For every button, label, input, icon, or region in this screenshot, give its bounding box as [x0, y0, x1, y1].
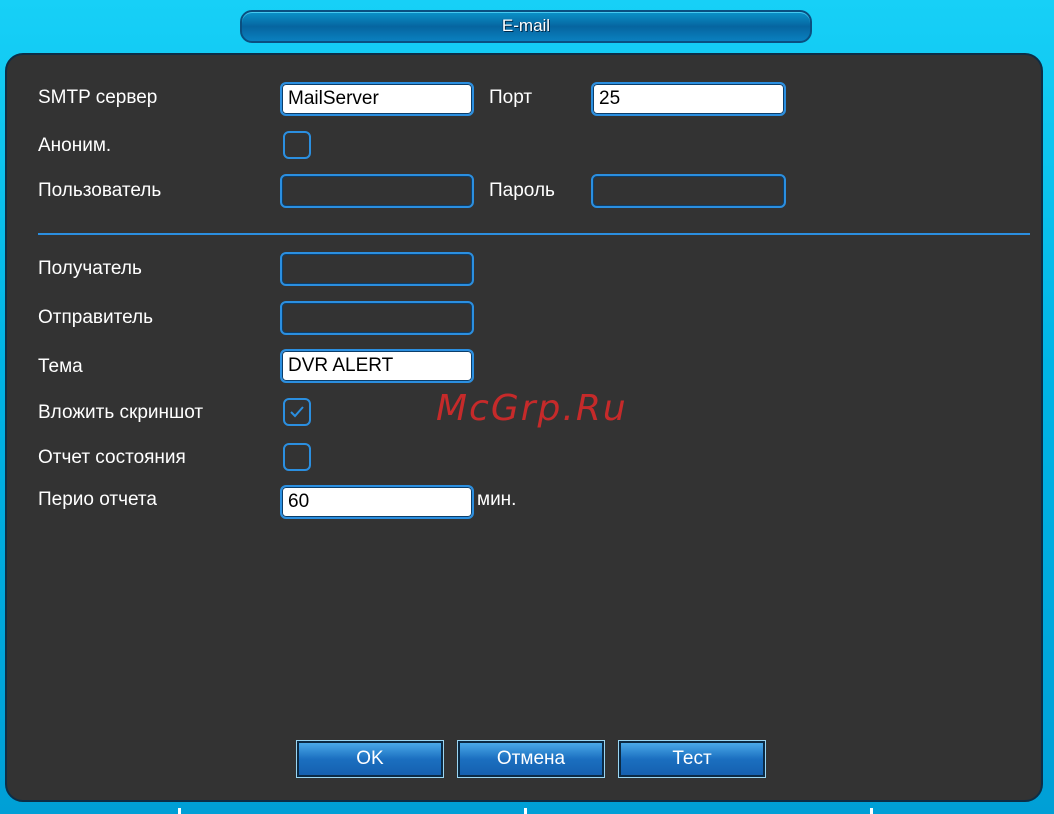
smtp-server-label: SMTP сервер [38, 87, 158, 108]
anonymous-label: Аноним. [38, 135, 112, 156]
checkmark-icon [290, 406, 304, 418]
anonymous-checkbox[interactable] [283, 131, 311, 159]
password-input[interactable] [591, 174, 786, 208]
port-label: Порт [489, 87, 533, 108]
title-bar: E-mail [240, 10, 812, 43]
subject-input[interactable]: DVR ALERT [280, 349, 474, 383]
attach-screenshot-checkbox[interactable] [283, 398, 311, 426]
cancel-button[interactable]: Отмена [457, 740, 605, 778]
test-button[interactable]: Тест [618, 740, 766, 778]
window-title: E-mail [501, 16, 551, 35]
ok-button[interactable]: OK [296, 740, 444, 778]
section-divider [38, 233, 1030, 235]
recipient-input[interactable] [280, 252, 474, 286]
sender-input[interactable] [280, 301, 474, 335]
username-label: Пользователь [38, 180, 162, 201]
recipient-label: Получатель [38, 258, 142, 279]
status-report-label: Отчет состояния [38, 447, 186, 468]
status-report-checkbox[interactable] [283, 443, 311, 471]
frame-tick [524, 808, 527, 814]
report-period-label: Перио отчета [38, 489, 157, 510]
report-period-input[interactable]: 60 [280, 485, 474, 519]
subject-label: Тема [38, 356, 83, 377]
username-input[interactable] [280, 174, 474, 208]
password-label: Пароль [489, 180, 555, 201]
frame-tick [870, 808, 873, 814]
sender-label: Отправитель [38, 307, 154, 328]
report-period-unit: мин. [477, 489, 517, 510]
smtp-server-input[interactable]: MailServer [280, 82, 474, 116]
watermark: McGrp.Ru [436, 388, 628, 429]
port-input[interactable]: 25 [591, 82, 786, 116]
frame-tick [178, 808, 181, 814]
attach-screenshot-label: Вложить скриншот [38, 402, 204, 423]
